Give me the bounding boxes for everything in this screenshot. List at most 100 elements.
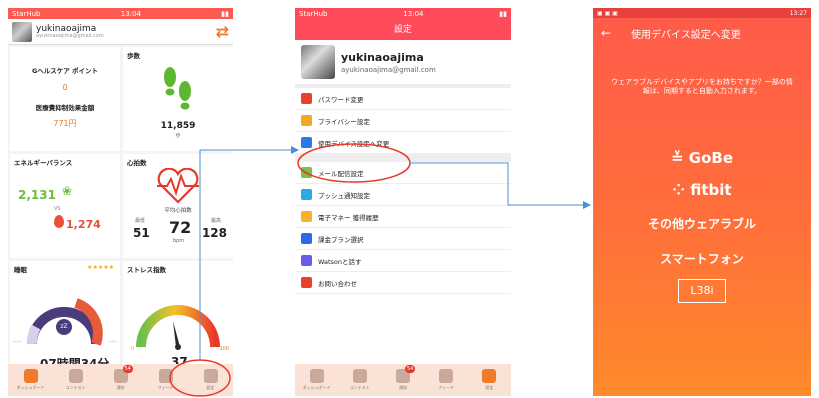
settings-item-watson[interactable]: Watsonと話す [295, 250, 511, 272]
settings-screen: StarHub 13:04 ▮▮ 設定 yukinaoajima ayukina… [295, 8, 511, 396]
steps-unit: 歩 [175, 133, 181, 139]
steps-card[interactable]: 歩数 11,859 歩 [123, 47, 233, 151]
sleep-zz-icon: zZ [56, 319, 72, 335]
settings-item-emoney[interactable]: 電子マネー 獲得履歴 [295, 206, 511, 228]
avatar [301, 45, 335, 79]
max-label: 最高 [210, 218, 221, 224]
battery-icon: ▮▮ [221, 9, 229, 18]
device-icon [301, 137, 312, 148]
user-email: ayukinaoajima@gmail.com [36, 32, 104, 39]
gear-icon [203, 369, 218, 383]
tab-bar: ダッシュボード コンテスト 54 通知 フィード 設定 [295, 364, 511, 396]
back-arrow-icon[interactable]: ← [601, 26, 611, 40]
sync-icon[interactable]: ⇄ [216, 22, 229, 41]
stress-max: 100 [219, 346, 229, 352]
tab-contest[interactable]: コンテスト [56, 369, 96, 391]
tab-dashboard[interactable]: ダッシュボード [11, 369, 51, 391]
coin-icon [301, 211, 312, 222]
user-name: yukinaoajima [341, 50, 424, 64]
settings-item-device[interactable]: 使用デバイス設定へ変更 [295, 132, 511, 154]
fitbit-logo-icon: ⁘ [672, 180, 685, 199]
key-icon [301, 93, 312, 104]
tab-dashboard[interactable]: ダッシュボード [297, 369, 337, 391]
battery-icon: ▮▮ [499, 10, 507, 18]
heart-icon [157, 168, 199, 204]
option-l38i[interactable]: L38i [678, 278, 726, 303]
tab-notifications[interactable]: 54 通知 [101, 365, 141, 391]
shield-icon [352, 369, 367, 383]
stress-card[interactable]: ストレス指数 0 100 37 [123, 261, 233, 381]
tab-settings[interactable]: 設定 [469, 369, 509, 391]
status-icons: ▣ ▣ ▣ [597, 9, 618, 17]
footprints-icon [164, 67, 191, 110]
description: ウェアラブルデバイスやアプリをお持ちですか？一部の情報は、同期すると自動入力され… [611, 78, 793, 96]
medical-title: 医療費抑制効果金額 [35, 104, 95, 112]
tab-bar: ダッシュボード コンテスト 54 通知 フィード 設定 [8, 364, 233, 396]
option-gobe[interactable]: ≚ GoBe [593, 149, 811, 167]
settings-item-contact[interactable]: お問い合わせ [295, 272, 511, 294]
device-settings-screen: ▣ ▣ ▣ 13:27 ← 使用デバイス設定へ変更 ウェアラブルデバイスやアプリ… [593, 8, 811, 396]
feed-icon [158, 369, 173, 383]
tab-contest[interactable]: コンテスト [340, 369, 380, 391]
page-title: 使用デバイス設定へ変更 [631, 29, 741, 41]
nav-bar: ← 使用デバイス設定へ変更 [593, 18, 811, 48]
option-smartphone[interactable]: スマートフォン [593, 250, 811, 267]
feed-icon [439, 369, 454, 383]
chat-icon [301, 255, 312, 266]
energy-burn: 1,274 [66, 218, 101, 231]
min-label: 最低 [135, 218, 146, 224]
status-bar: StarHub 13:04 ▮▮ [295, 8, 511, 20]
energy-title: エネルギーバランス [14, 159, 73, 167]
heart-unit: bpm [173, 238, 185, 244]
option-fitbit[interactable]: ⁘ fitbit [593, 181, 811, 199]
stress-min: 0 [131, 346, 135, 352]
user-email: ayukinaoajima@gmail.com [341, 65, 436, 74]
sleep-stars: ★★★★★ [87, 264, 114, 271]
carrier: StarHub [299, 10, 328, 18]
steps-title: 歩数 [127, 52, 140, 60]
gpoint-card[interactable]: Gヘルスケア ポイント 0 医療費抑制効果金額 771円 [10, 47, 120, 151]
heart-rate-card[interactable]: 心拍数 平均心拍数 最低 最高 51 72 bpm 128 [123, 154, 233, 258]
settings-item-plan[interactable]: 課金プラン選択 [295, 228, 511, 250]
tab-feed[interactable]: フィード [146, 369, 186, 391]
plan-icon [301, 233, 312, 244]
gpoint-value: 0 [62, 83, 68, 92]
settings-item-privacy[interactable]: プライバシー設定 [295, 110, 511, 132]
energy-card[interactable]: エネルギーバランス 2,131 ❀ VS 1,274 [10, 154, 120, 258]
heart-max: 128 [201, 226, 227, 240]
tab-settings[interactable]: 設定 [191, 369, 231, 391]
avatar[interactable] [12, 21, 32, 42]
dashboard-screen: StarHub 13:04 ▮▮ yukinaoajima ayukinaoaj… [8, 8, 233, 396]
option-other-wearable[interactable]: その他ウェアラブル [593, 215, 811, 232]
steps-value: 11,859 [160, 121, 196, 131]
clock: 13:04 [120, 9, 141, 18]
flame-icon [54, 215, 64, 228]
status-bar: StarHub 13:04 ▮▮ [8, 8, 233, 19]
sprout-icon: ❀ [62, 184, 73, 198]
stress-gauge [136, 305, 220, 350]
profile-row[interactable]: yukinaoajima ayukinaoajima@gmail.com [295, 40, 511, 88]
settings-item-push[interactable]: プッシュ通知設定 [295, 184, 511, 206]
screenshot-collage: StarHub 13:04 ▮▮ yukinaoajima ayukinaoaj… [0, 0, 819, 398]
tab-notifications[interactable]: 54 通知 [383, 365, 423, 391]
divider [295, 154, 511, 162]
notification-badge: 54 [122, 365, 133, 373]
push-icon [301, 189, 312, 200]
profile-header: yukinaoajima ayukinaoajima@gmail.com ⇄ [8, 19, 233, 45]
tab-feed[interactable]: フィード [426, 369, 466, 391]
status-bar: ▣ ▣ ▣ 13:27 [593, 8, 811, 18]
sleep-card[interactable]: 睡眠 ★★★★★ zZ --:-- --:-- 07時間34分 [10, 261, 120, 381]
vs-label: VS [54, 206, 61, 212]
lock-icon [301, 115, 312, 126]
avg-heart-label: 平均心拍数 [164, 208, 192, 214]
settings-item-password[interactable]: パスワード変更 [295, 88, 511, 110]
dashboard-icon [23, 369, 38, 383]
sleep-start: --:-- [13, 339, 22, 345]
settings-item-mail[interactable]: メール配信設定 [295, 162, 511, 184]
medical-value: 771円 [53, 119, 77, 128]
notification-badge: 54 [404, 365, 416, 373]
gear-icon [482, 369, 497, 383]
shield-icon [68, 369, 83, 383]
mail-icon [301, 167, 312, 178]
heart-min: 51 [133, 226, 150, 240]
